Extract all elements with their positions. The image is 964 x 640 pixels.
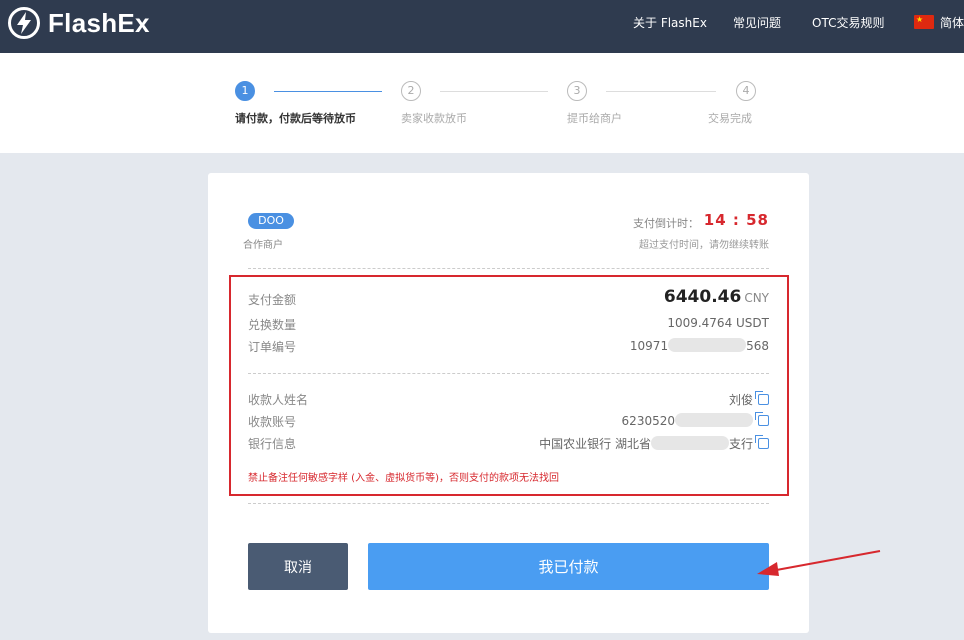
- china-flag-icon[interactable]: ★: [914, 15, 934, 29]
- copy-icon[interactable]: [755, 435, 769, 449]
- order-number-prefix: 10971: [629, 339, 669, 353]
- divider: [248, 268, 769, 269]
- step-3-label: 提币给商户: [567, 112, 622, 125]
- payment-amount: 6440.46 CNY: [664, 287, 769, 307]
- bank-suffix: 支行: [728, 437, 753, 451]
- step-2-number: 2: [401, 81, 421, 101]
- lightning-logo-icon: [8, 7, 40, 39]
- timeout-note: 超过支付时间，请勿继续转账: [639, 240, 769, 251]
- account-prefix: 6230520: [621, 414, 675, 428]
- paid-button[interactable]: 我已付款: [368, 543, 769, 590]
- step-connector-3: [606, 91, 716, 92]
- language-selector[interactable]: 简体: [940, 14, 964, 31]
- merchant-label: 合作商户: [243, 240, 283, 251]
- step-2-label: 卖家收款放币: [401, 112, 467, 125]
- payee-label: 收款人姓名: [248, 393, 309, 407]
- amount-currency: CNY: [744, 291, 769, 305]
- masked-text: [675, 413, 753, 427]
- step-4-label: 交易完成: [708, 112, 752, 125]
- order-number-value: 10971 568: [630, 338, 769, 353]
- top-header: FlashEx 关于 FlashEx 常见问题 OTC交易规则 ★ 简体: [0, 0, 964, 53]
- brand-name: FlashEx: [48, 7, 150, 38]
- payment-card: DOO 合作商户 支付倒计时： 14 : 58 超过支付时间，请勿继续转账 支付…: [208, 173, 809, 633]
- nav-otc-rules[interactable]: OTC交易规则: [812, 14, 884, 31]
- brand-logo[interactable]: FlashEx: [7, 6, 150, 40]
- step-connector-1: [274, 91, 382, 92]
- step-4-number: 4: [736, 81, 756, 101]
- amount-label: 支付金额: [248, 293, 297, 307]
- warning-note: 禁止备注任何敏感字样 (入金、虚拟货币等)，否则支付的款项无法找回: [248, 473, 559, 484]
- step-1-label: 请付款，付款后等待放币: [235, 112, 356, 125]
- bank-value: 中国农业银行 湖北省 支行: [539, 435, 769, 452]
- payee-value: 刘俊: [729, 391, 769, 408]
- masked-text: [650, 436, 729, 450]
- nav-about[interactable]: 关于 FlashEx: [633, 14, 707, 31]
- progress-steps: 1 请付款，付款后等待放币 2 卖家收款放币 3 提币给商户 4 交易完成: [0, 53, 964, 153]
- divider: [248, 503, 769, 504]
- order-number-label: 订单编号: [248, 340, 297, 354]
- copy-icon[interactable]: [755, 391, 769, 405]
- step-connector-2: [440, 91, 548, 92]
- exchange-value: 1009.4764 USDT: [667, 316, 769, 330]
- account-value: 6230520: [621, 412, 769, 428]
- annotation-arrow-icon: [757, 550, 881, 576]
- order-number-suffix: 568: [746, 339, 769, 353]
- countdown-label: 支付倒计时：: [633, 217, 699, 230]
- payment-details-highlight: [229, 275, 789, 496]
- nav-faq[interactable]: 常见问题: [733, 14, 781, 31]
- account-label: 收款账号: [248, 415, 297, 429]
- payee-name: 刘俊: [728, 393, 753, 407]
- copy-icon[interactable]: [755, 412, 769, 426]
- countdown-timer: 14 : 58: [703, 211, 769, 229]
- exchange-label: 兑换数量: [248, 318, 297, 332]
- merchant-badge: DOO: [248, 213, 294, 229]
- bank-prefix: 中国农业银行 湖北省: [539, 437, 651, 451]
- bank-label: 银行信息: [248, 437, 297, 451]
- amount-value: 6440.46: [663, 287, 742, 307]
- divider: [248, 373, 769, 374]
- cancel-button[interactable]: 取消: [248, 543, 348, 590]
- step-3-number: 3: [567, 81, 587, 101]
- step-1-number: 1: [235, 81, 255, 101]
- masked-text: [668, 338, 747, 352]
